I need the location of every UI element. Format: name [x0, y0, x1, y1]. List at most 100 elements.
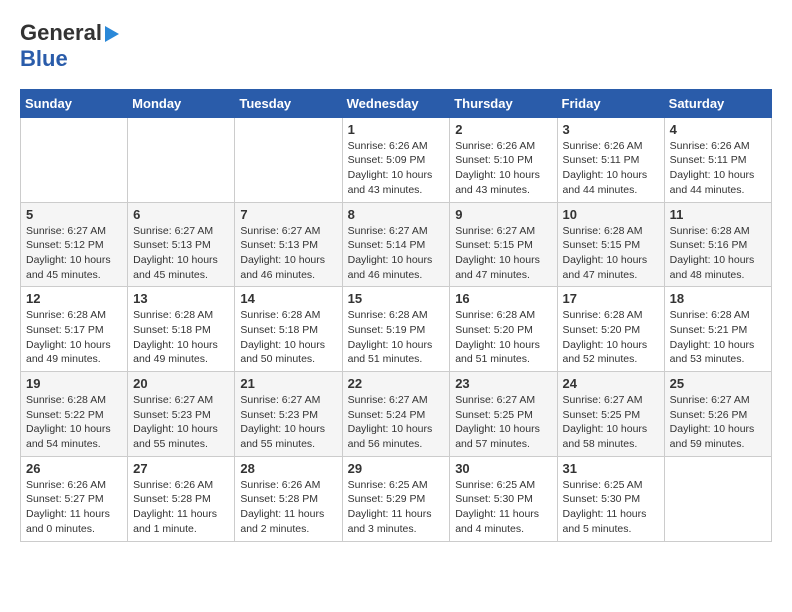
- day-number: 11: [670, 207, 766, 222]
- day-number: 15: [348, 291, 445, 306]
- day-info: Sunrise: 6:27 AM Sunset: 5:15 PM Dayligh…: [455, 224, 551, 283]
- calendar-cell-w0-d0: [21, 117, 128, 202]
- day-info: Sunrise: 6:26 AM Sunset: 5:28 PM Dayligh…: [133, 478, 229, 537]
- calendar-cell-w2-d5: 17 Sunrise: 6:28 AM Sunset: 5:20 PM Dayli…: [557, 287, 664, 372]
- weekday-header-row: SundayMondayTuesdayWednesdayThursdayFrid…: [21, 89, 772, 117]
- calendar-cell-w4-d5: 31Sunrise: 6:25 AM Sunset: 5:30 PM Dayli…: [557, 456, 664, 541]
- day-number: 6: [133, 207, 229, 222]
- logo: General Blue: [20, 20, 119, 73]
- day-number: 2: [455, 122, 551, 137]
- day-number: 8: [348, 207, 445, 222]
- day-info: Sunrise: 6:28 AM Sunset: 5:17 PM Dayligh…: [26, 308, 122, 367]
- day-number: 20: [133, 376, 229, 391]
- calendar-cell-w0-d6: 4Sunrise: 6:26 AM Sunset: 5:11 PM Daylig…: [664, 117, 771, 202]
- day-info: Sunrise: 6:28 AM Sunset: 5:22 PM Dayligh…: [26, 393, 122, 452]
- day-info: Sunrise: 6:27 AM Sunset: 5:25 PM Dayligh…: [455, 393, 551, 452]
- day-info: Sunrise: 6:26 AM Sunset: 5:27 PM Dayligh…: [26, 478, 122, 537]
- day-number: 12: [26, 291, 122, 306]
- weekday-header-saturday: Saturday: [664, 89, 771, 117]
- calendar-cell-w3-d3: 22 Sunrise: 6:27 AM Sunset: 5:24 PM Dayli…: [342, 372, 450, 457]
- day-info: Sunrise: 6:27 AM Sunset: 5:13 PM Dayligh…: [240, 224, 336, 283]
- day-number: 5: [26, 207, 122, 222]
- page-header: General Blue: [20, 20, 772, 73]
- calendar-cell-w4-d4: 30Sunrise: 6:25 AM Sunset: 5:30 PM Dayli…: [450, 456, 557, 541]
- day-info: Sunrise: 6:26 AM Sunset: 5:10 PM Dayligh…: [455, 139, 551, 198]
- day-number: 25: [670, 376, 766, 391]
- day-number: 27: [133, 461, 229, 476]
- day-info: Sunrise: 6:27 AM Sunset: 5:23 PM Dayligh…: [133, 393, 229, 452]
- weekday-header-wednesday: Wednesday: [342, 89, 450, 117]
- logo-general: General: [20, 20, 102, 45]
- day-number: 7: [240, 207, 336, 222]
- calendar-cell-w1-d1: 6 Sunrise: 6:27 AM Sunset: 5:13 PM Daylig…: [128, 202, 235, 287]
- calendar-cell-w4-d0: 26Sunrise: 6:26 AM Sunset: 5:27 PM Dayli…: [21, 456, 128, 541]
- day-number: 10: [563, 207, 659, 222]
- day-info: Sunrise: 6:28 AM Sunset: 5:19 PM Dayligh…: [348, 308, 445, 367]
- calendar-cell-w1-d5: 10 Sunrise: 6:28 AM Sunset: 5:15 PM Dayli…: [557, 202, 664, 287]
- day-number: 17: [563, 291, 659, 306]
- day-number: 13: [133, 291, 229, 306]
- calendar-cell-w3-d1: 20 Sunrise: 6:27 AM Sunset: 5:23 PM Dayli…: [128, 372, 235, 457]
- day-info: Sunrise: 6:28 AM Sunset: 5:18 PM Dayligh…: [240, 308, 336, 367]
- day-number: 18: [670, 291, 766, 306]
- day-info: Sunrise: 6:26 AM Sunset: 5:11 PM Dayligh…: [563, 139, 659, 198]
- calendar-table: SundayMondayTuesdayWednesdayThursdayFrid…: [20, 89, 772, 542]
- day-number: 9: [455, 207, 551, 222]
- week-row-0: 1 Sunrise: 6:26 AM Sunset: 5:09 PM Daylig…: [21, 117, 772, 202]
- day-info: Sunrise: 6:25 AM Sunset: 5:30 PM Dayligh…: [563, 478, 659, 537]
- calendar-cell-w4-d3: 29Sunrise: 6:25 AM Sunset: 5:29 PM Dayli…: [342, 456, 450, 541]
- day-info: Sunrise: 6:25 AM Sunset: 5:30 PM Dayligh…: [455, 478, 551, 537]
- day-number: 16: [455, 291, 551, 306]
- day-info: Sunrise: 6:28 AM Sunset: 5:16 PM Dayligh…: [670, 224, 766, 283]
- day-number: 24: [563, 376, 659, 391]
- day-number: 19: [26, 376, 122, 391]
- calendar-cell-w1-d0: 5 Sunrise: 6:27 AM Sunset: 5:12 PM Daylig…: [21, 202, 128, 287]
- calendar-cell-w2-d6: 18 Sunrise: 6:28 AM Sunset: 5:21 PM Dayli…: [664, 287, 771, 372]
- day-number: 3: [563, 122, 659, 137]
- calendar-cell-w4-d6: [664, 456, 771, 541]
- day-info: Sunrise: 6:27 AM Sunset: 5:23 PM Dayligh…: [240, 393, 336, 452]
- day-info: Sunrise: 6:25 AM Sunset: 5:29 PM Dayligh…: [348, 478, 445, 537]
- week-row-4: 26Sunrise: 6:26 AM Sunset: 5:27 PM Dayli…: [21, 456, 772, 541]
- day-number: 21: [240, 376, 336, 391]
- calendar-cell-w2-d4: 16 Sunrise: 6:28 AM Sunset: 5:20 PM Dayli…: [450, 287, 557, 372]
- day-info: Sunrise: 6:28 AM Sunset: 5:15 PM Dayligh…: [563, 224, 659, 283]
- weekday-header-thursday: Thursday: [450, 89, 557, 117]
- week-row-1: 5 Sunrise: 6:27 AM Sunset: 5:12 PM Daylig…: [21, 202, 772, 287]
- calendar-cell-w2-d0: 12 Sunrise: 6:28 AM Sunset: 5:17 PM Dayli…: [21, 287, 128, 372]
- calendar-cell-w3-d0: 19 Sunrise: 6:28 AM Sunset: 5:22 PM Dayli…: [21, 372, 128, 457]
- weekday-header-monday: Monday: [128, 89, 235, 117]
- day-number: 14: [240, 291, 336, 306]
- day-info: Sunrise: 6:28 AM Sunset: 5:18 PM Dayligh…: [133, 308, 229, 367]
- week-row-3: 19 Sunrise: 6:28 AM Sunset: 5:22 PM Dayli…: [21, 372, 772, 457]
- day-number: 1: [348, 122, 445, 137]
- calendar-cell-w3-d2: 21 Sunrise: 6:27 AM Sunset: 5:23 PM Dayli…: [235, 372, 342, 457]
- calendar-cell-w2-d1: 13 Sunrise: 6:28 AM Sunset: 5:18 PM Dayli…: [128, 287, 235, 372]
- day-info: Sunrise: 6:26 AM Sunset: 5:09 PM Dayligh…: [348, 139, 445, 198]
- day-number: 28: [240, 461, 336, 476]
- weekday-header-tuesday: Tuesday: [235, 89, 342, 117]
- day-info: Sunrise: 6:28 AM Sunset: 5:20 PM Dayligh…: [455, 308, 551, 367]
- calendar-cell-w3-d5: 24 Sunrise: 6:27 AM Sunset: 5:25 PM Dayli…: [557, 372, 664, 457]
- calendar-cell-w0-d4: 2 Sunrise: 6:26 AM Sunset: 5:10 PM Daylig…: [450, 117, 557, 202]
- calendar-cell-w1-d4: 9 Sunrise: 6:27 AM Sunset: 5:15 PM Daylig…: [450, 202, 557, 287]
- calendar-cell-w0-d1: [128, 117, 235, 202]
- day-info: Sunrise: 6:26 AM Sunset: 5:28 PM Dayligh…: [240, 478, 336, 537]
- day-info: Sunrise: 6:27 AM Sunset: 5:13 PM Dayligh…: [133, 224, 229, 283]
- calendar-cell-w1-d2: 7 Sunrise: 6:27 AM Sunset: 5:13 PM Daylig…: [235, 202, 342, 287]
- calendar-cell-w1-d6: 11 Sunrise: 6:28 AM Sunset: 5:16 PM Dayli…: [664, 202, 771, 287]
- logo-blue: Blue: [20, 46, 68, 72]
- weekday-header-sunday: Sunday: [21, 89, 128, 117]
- calendar-cell-w0-d5: 3 Sunrise: 6:26 AM Sunset: 5:11 PM Daylig…: [557, 117, 664, 202]
- day-info: Sunrise: 6:28 AM Sunset: 5:20 PM Dayligh…: [563, 308, 659, 367]
- day-info: Sunrise: 6:28 AM Sunset: 5:21 PM Dayligh…: [670, 308, 766, 367]
- logo-arrow: [105, 26, 119, 42]
- week-row-2: 12 Sunrise: 6:28 AM Sunset: 5:17 PM Dayli…: [21, 287, 772, 372]
- day-info: Sunrise: 6:27 AM Sunset: 5:25 PM Dayligh…: [563, 393, 659, 452]
- day-info: Sunrise: 6:27 AM Sunset: 5:24 PM Dayligh…: [348, 393, 445, 452]
- calendar-cell-w4-d1: 27 Sunrise: 6:26 AM Sunset: 5:28 PM Dayli…: [128, 456, 235, 541]
- day-info: Sunrise: 6:27 AM Sunset: 5:26 PM Dayligh…: [670, 393, 766, 452]
- day-number: 22: [348, 376, 445, 391]
- day-info: Sunrise: 6:27 AM Sunset: 5:12 PM Dayligh…: [26, 224, 122, 283]
- calendar-cell-w2-d2: 14 Sunrise: 6:28 AM Sunset: 5:18 PM Dayli…: [235, 287, 342, 372]
